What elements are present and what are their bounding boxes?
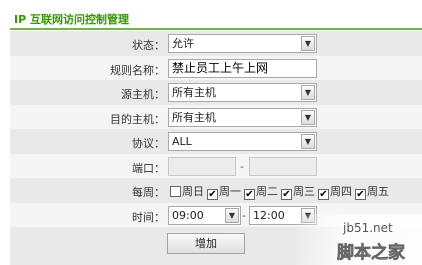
title-divider [10,28,422,30]
checkbox-checked-icon[interactable]: ✔ [244,189,255,200]
dest-host-row: 目的主机： 所有主机 ▼ [10,104,422,129]
source-host-value: 所有主机 [172,86,216,99]
source-host-label: 源主机： [121,88,165,101]
time-start-value: 09:00 [172,208,204,222]
dest-host-value: 所有主机 [172,110,216,124]
dest-host-label: 目的主机： [110,112,165,126]
rule-name-row: 规则名称： 禁止员工上午上网 [10,55,422,80]
weekday-option[interactable]: ✔ 周四 [318,183,352,200]
time-end-value: 12:00 [253,208,285,222]
chevron-down-icon: ▼ [301,109,315,125]
checkbox-checked-icon[interactable]: ✔ [355,189,366,200]
weekday-checkboxes: 周日 ✔ 周一 ✔ 周二 ✔ 周三 ✔ 周四 ✔ 周五 [170,183,392,200]
time-separator: - [242,208,246,222]
watermark-site: jb51.net [343,221,393,235]
weekly-label: 每周： [132,186,165,199]
weekly-row: 每周： 周日 ✔ 周一 ✔ 周二 ✔ 周三 ✔ 周四 ✔ 周五 [10,178,422,203]
protocol-value: ALL [172,135,192,148]
checkbox-checked-icon[interactable]: ✔ [318,189,329,200]
weekday-option[interactable]: 周日 [170,183,204,199]
port-to-input[interactable] [249,156,317,176]
port-from-input[interactable] [168,156,236,176]
checkbox-unchecked-icon[interactable] [170,186,181,197]
source-host-row: 源主机： 所有主机 ▼ [10,80,422,105]
weekday-label: 周一 [219,185,241,198]
weekday-label: 周五 [367,185,389,198]
weekday-option[interactable]: ✔ 周二 [244,183,278,200]
weekday-option[interactable]: ✔ 周一 [207,183,241,200]
port-label: 端口： [132,161,165,175]
status-value: 允许 [172,37,194,50]
checkbox-checked-icon[interactable]: ✔ [281,189,292,200]
chevron-down-icon: ▼ [301,134,315,149]
rule-name-label: 规则名称： [110,63,165,77]
protocol-label: 协议： [132,137,165,150]
source-host-select[interactable]: 所有主机 ▼ [168,83,317,102]
weekday-option[interactable]: ✔ 周五 [355,183,389,200]
port-separator: - [240,159,244,173]
status-row: 状态： 允许 ▼ [10,31,422,56]
dest-host-select[interactable]: 所有主机 ▼ [168,107,317,127]
chevron-down-icon: ▼ [225,207,239,223]
status-label: 状态： [132,39,165,52]
weekday-label: 周二 [256,185,278,198]
chevron-down-icon: ▼ [301,36,315,51]
watermark-brand: 脚本之家 [337,243,406,264]
page-title: IP 互联网访问控制管理 [14,13,129,26]
weekday-label: 周三 [293,185,315,198]
status-select[interactable]: 允许 ▼ [168,34,317,53]
time-label: 时间： [132,210,165,224]
checkbox-checked-icon[interactable]: ✔ [207,189,218,200]
protocol-row: 协议： ALL ▼ [10,129,422,154]
protocol-select[interactable]: ALL ▼ [168,132,317,151]
time-start-select[interactable]: 09:00 ▼ [168,205,241,225]
port-row: 端口： - [10,153,422,178]
weekday-label: 周四 [330,185,352,198]
weekday-label: 周日 [182,185,204,198]
chevron-down-icon: ▼ [301,85,315,100]
add-button[interactable]: 增加 [167,233,245,254]
rule-name-input[interactable]: 禁止员工上午上网 [168,58,317,78]
weekday-option[interactable]: ✔ 周三 [281,183,315,200]
